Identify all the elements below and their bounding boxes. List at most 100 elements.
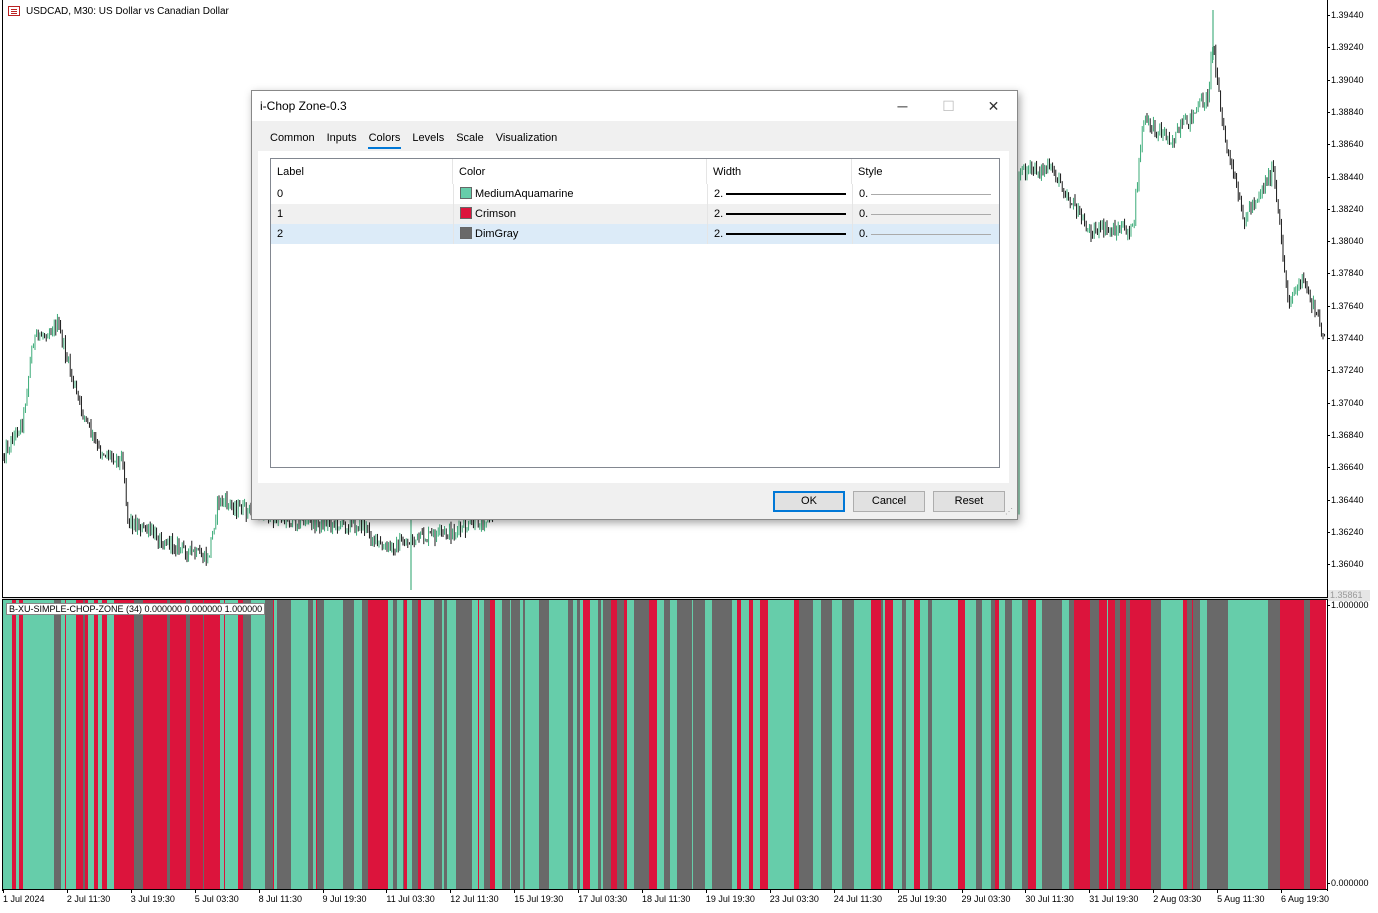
- price-tick-label: 1.36440: [1327, 494, 1364, 505]
- chop-zone-bar: [1135, 600, 1141, 889]
- time-tick-label: 18 Jul 11:30: [642, 890, 691, 904]
- chop-zone-bar: [1085, 600, 1091, 889]
- chop-zone-bar: [914, 600, 921, 889]
- chop-zone-histogram[interactable]: [3, 600, 1326, 889]
- chop-zone-bar: [190, 600, 197, 889]
- chop-zone-bar: [693, 600, 701, 889]
- chop-zone-bar: [1090, 600, 1096, 889]
- tab-scale[interactable]: Scale: [450, 129, 490, 147]
- row-label: 1: [277, 208, 284, 220]
- chop-zone-bar: [787, 600, 795, 889]
- tab-visualization[interactable]: Visualization: [490, 129, 564, 147]
- time-tick-label: 15 Jul 19:30: [514, 890, 564, 904]
- chop-zone-bar: [512, 600, 519, 889]
- chop-zone-bar: [115, 600, 118, 889]
- chop-zone-bar: [1060, 600, 1063, 889]
- chop-zone-bar: [999, 600, 1006, 889]
- chop-zone-bar: [232, 600, 239, 889]
- table-row[interactable]: 0 MediumAquamarine 2. 0.: [271, 184, 999, 204]
- table-row-selected[interactable]: 2 DimGray 2. 0.: [271, 224, 999, 244]
- chop-zone-bar: [373, 600, 379, 889]
- tab-colors[interactable]: Colors: [363, 129, 407, 149]
- tab-inputs[interactable]: Inputs: [321, 129, 363, 147]
- chop-zone-bar: [256, 600, 264, 889]
- row-color-picker[interactable]: MediumAquamarine: [453, 184, 707, 204]
- chop-zone-bar: [88, 600, 95, 889]
- chop-zone-bar: [715, 600, 722, 889]
- cancel-button[interactable]: Cancel: [853, 491, 925, 512]
- row-width-select[interactable]: 2.: [707, 204, 852, 224]
- col-header-style[interactable]: Style: [852, 159, 999, 185]
- chop-zone-bar: [1300, 600, 1305, 889]
- chop-zone-bar: [657, 600, 665, 889]
- chop-zone-bar: [1103, 600, 1106, 889]
- row-width-select[interactable]: 2.: [707, 184, 852, 204]
- chop-zone-bar: [186, 600, 191, 889]
- time-axis[interactable]: 1 Jul 2024 2 Jul 11:30 3 Jul 19:30 5 Jul 03…: [0, 890, 1329, 913]
- resize-grip-icon[interactable]: ⋰: [1005, 507, 1015, 517]
- row-style-select[interactable]: 0.: [852, 224, 999, 244]
- chop-zone-bar: [760, 600, 769, 889]
- chop-zone-bar: [728, 600, 733, 889]
- reset-button[interactable]: Reset: [933, 491, 1005, 512]
- chop-zone-bar: [973, 600, 977, 889]
- price-tick-label: 1.39440: [1327, 10, 1364, 20]
- chop-zone-bar: [212, 600, 221, 889]
- row-style-select[interactable]: 0.: [852, 184, 999, 204]
- chop-zone-bar: [705, 600, 711, 889]
- chop-zone-bar: [5, 600, 13, 889]
- chop-zone-bar: [545, 600, 550, 889]
- chop-zone-bar: [590, 600, 599, 889]
- chop-zone-bar: [1105, 600, 1108, 889]
- maximize-button[interactable]: ☐: [926, 91, 971, 121]
- indicator-label[interactable]: B-XU-SIMPLE-CHOP-ZONE (34) 0.000000 0.00…: [6, 603, 266, 615]
- price-axis[interactable]: 1.39440 1.39240 1.39040 1.38840 1.38640 1.384…: [1327, 0, 1378, 891]
- chop-zone-bar: [1268, 600, 1273, 889]
- chop-zone-bar: [564, 600, 569, 889]
- row-style-select[interactable]: 0.: [852, 204, 999, 224]
- chop-zone-bar: [325, 600, 329, 889]
- price-tick-label: 1.37040: [1327, 397, 1364, 408]
- chop-zone-bar: [814, 600, 822, 889]
- chop-zone-bar: [601, 600, 604, 889]
- chop-zone-bar: [1213, 600, 1221, 889]
- color-swatch: [460, 187, 472, 199]
- chop-zone-bar: [158, 600, 167, 889]
- chop-zone-bar: [646, 600, 650, 889]
- chop-zone-bar: [426, 600, 435, 889]
- chop-zone-bar: [1144, 600, 1152, 889]
- chop-zone-bar: [274, 600, 278, 889]
- time-tick-label: 29 Jul 03:30: [961, 890, 1011, 904]
- tab-common[interactable]: Common: [264, 129, 321, 147]
- chop-zone-bar: [1239, 600, 1243, 889]
- dialog-titlebar[interactable]: i-Chop Zone-0.3 ─ ☐ ✕: [252, 91, 1017, 121]
- tab-levels[interactable]: Levels: [406, 129, 450, 147]
- col-header-width[interactable]: Width: [707, 159, 852, 185]
- chop-zone-bar: [664, 600, 671, 889]
- chop-zone-bar: [1304, 600, 1311, 889]
- width-value: 2.: [714, 188, 724, 200]
- chop-zone-bar: [860, 600, 867, 889]
- chop-zone-bar: [837, 600, 843, 889]
- row-width-select[interactable]: 2.: [707, 224, 852, 244]
- chop-zone-bar: [611, 600, 618, 889]
- col-header-color[interactable]: Color: [453, 159, 707, 185]
- chop-zone-bar: [518, 600, 521, 889]
- chop-zone-bar: [204, 600, 213, 889]
- chop-zone-bar: [253, 600, 257, 889]
- col-header-label[interactable]: Label: [271, 159, 453, 185]
- chop-zone-bar: [1220, 600, 1229, 889]
- row-color-picker[interactable]: DimGray: [453, 224, 707, 244]
- ok-button[interactable]: OK: [773, 491, 845, 512]
- row-color-picker[interactable]: Crimson: [453, 204, 707, 224]
- chop-zone-bar: [1318, 600, 1324, 889]
- minimize-button[interactable]: ─: [880, 91, 925, 121]
- chop-zone-bar: [1055, 600, 1061, 889]
- chop-zone-bar: [878, 600, 882, 889]
- chop-zone-bar: [76, 600, 84, 889]
- chop-zone-bar: [343, 600, 348, 889]
- time-tick-label: 2 Jul 11:30: [66, 890, 111, 904]
- colors-grid: Label Color Width Style 0 MediumAquamari…: [270, 158, 1000, 468]
- close-button[interactable]: ✕: [971, 91, 1016, 121]
- table-row[interactable]: 1 Crimson 2. 0.: [271, 204, 999, 224]
